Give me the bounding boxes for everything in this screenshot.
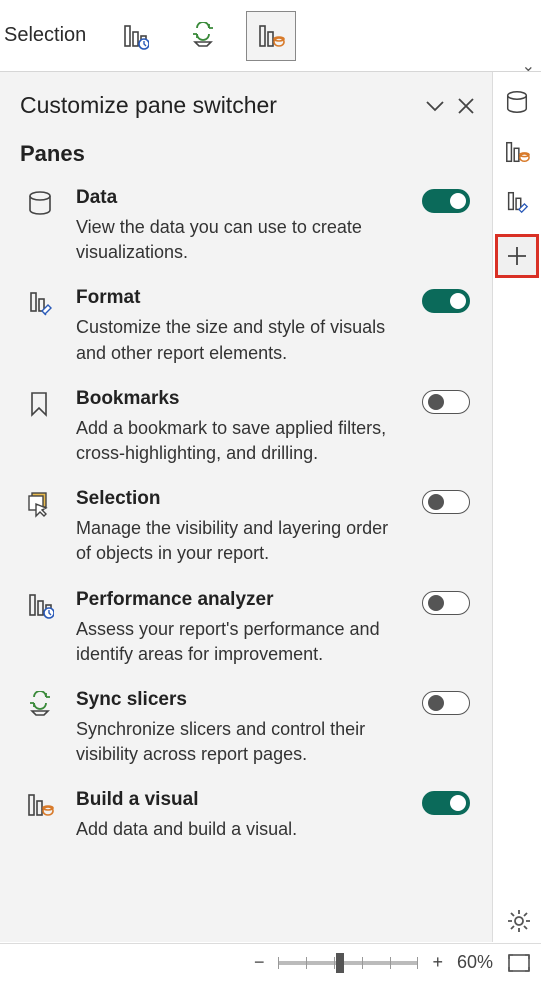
- toggle-performance[interactable]: [422, 591, 470, 615]
- perf-analyzer-icon: [26, 591, 54, 619]
- toggle-sync-slicers[interactable]: [422, 691, 470, 715]
- perf-analyzer-icon: [121, 22, 149, 50]
- pane-item-desc: Assess your report's performance and ide…: [76, 617, 398, 667]
- toggle-data[interactable]: [422, 189, 470, 213]
- build-visual-button[interactable]: [246, 11, 296, 61]
- pane-item-data: Data View the data you can use to create…: [26, 187, 476, 265]
- perf-analyzer-button[interactable]: [110, 11, 160, 61]
- pane-item-sync-slicers: Sync slicers Synchronize slicers and con…: [26, 689, 476, 767]
- toggle-bookmarks[interactable]: [422, 390, 470, 414]
- pane-item-title: Sync slicers: [76, 689, 398, 711]
- rail-data-icon[interactable]: [499, 84, 535, 120]
- pane-item-desc: Add data and build a visual.: [76, 817, 398, 842]
- pane-item-selection: Selection Manage the visibility and laye…: [26, 488, 476, 566]
- collapse-icon[interactable]: [424, 95, 446, 117]
- panel-header-actions: [424, 95, 476, 117]
- sync-slicers-icon: [26, 691, 54, 719]
- settings-gear-button[interactable]: [505, 907, 533, 935]
- sync-slicers-button[interactable]: [178, 11, 228, 61]
- pane-item-format: Format Customize the size and style of v…: [26, 287, 476, 365]
- pane-item-desc: View the data you can use to create visu…: [76, 215, 398, 265]
- database-icon: [504, 89, 530, 115]
- toggle-format[interactable]: [422, 289, 470, 313]
- chart-icon: [257, 22, 285, 50]
- rail-format-icon[interactable]: [499, 184, 535, 220]
- zoom-out-button[interactable]: −: [254, 952, 265, 973]
- rail-add-pane-button[interactable]: [495, 234, 539, 278]
- fit-page-icon: [507, 953, 531, 973]
- pane-item-bookmarks: Bookmarks Add a bookmark to save applied…: [26, 388, 476, 466]
- panel-title: Customize pane switcher: [20, 92, 277, 119]
- chart-icon: [504, 139, 530, 165]
- toolbar-selection-label[interactable]: Selection: [4, 24, 86, 47]
- pane-item-desc: Manage the visibility and layering order…: [76, 516, 398, 566]
- database-icon: [26, 189, 54, 217]
- right-pane-rail: [493, 72, 541, 278]
- pane-item-build-visual: Build a visual Add data and build a visu…: [26, 789, 476, 842]
- pane-item-title: Performance analyzer: [76, 589, 398, 611]
- format-brush-icon: [26, 289, 54, 317]
- close-icon[interactable]: [456, 96, 476, 116]
- plus-icon: [505, 244, 529, 268]
- pane-item-title: Build a visual: [76, 789, 398, 811]
- zoom-slider[interactable]: [278, 961, 418, 965]
- chart-icon: [26, 791, 54, 819]
- pane-item-desc: Add a bookmark to save applied filters, …: [76, 416, 398, 466]
- zoom-in-button[interactable]: +: [432, 952, 443, 973]
- toggle-selection[interactable]: [422, 490, 470, 514]
- pane-item-desc: Customize the size and style of visuals …: [76, 315, 398, 365]
- pane-item-title: Data: [76, 187, 398, 209]
- toggle-build-visual[interactable]: [422, 791, 470, 815]
- fit-to-page-button[interactable]: [507, 953, 531, 973]
- rail-build-visual-icon[interactable]: [499, 134, 535, 170]
- toolbar-icon-group: [110, 11, 296, 61]
- zoom-value[interactable]: 60%: [457, 952, 493, 973]
- pane-list: Data View the data you can use to create…: [20, 187, 476, 842]
- selection-icon: [26, 490, 54, 518]
- pane-item-title: Selection: [76, 488, 398, 510]
- zoom-slider-thumb[interactable]: [336, 953, 344, 973]
- top-toolbar: Selection: [0, 0, 541, 72]
- sync-slicers-icon: [189, 22, 217, 50]
- gear-icon: [505, 907, 533, 935]
- format-brush-icon: [504, 189, 530, 215]
- pane-item-performance: Performance analyzer Assess your report'…: [26, 589, 476, 667]
- pane-item-title: Bookmarks: [76, 388, 398, 410]
- panel-subtitle: Panes: [20, 141, 476, 167]
- pane-item-desc: Synchronize slicers and control their vi…: [76, 717, 398, 767]
- bookmark-icon: [26, 390, 52, 418]
- panel-header: Customize pane switcher: [20, 92, 476, 119]
- pane-item-title: Format: [76, 287, 398, 309]
- customize-pane-switcher-panel: Customize pane switcher Panes Data View …: [0, 72, 493, 942]
- status-bar: − + 60%: [0, 943, 541, 981]
